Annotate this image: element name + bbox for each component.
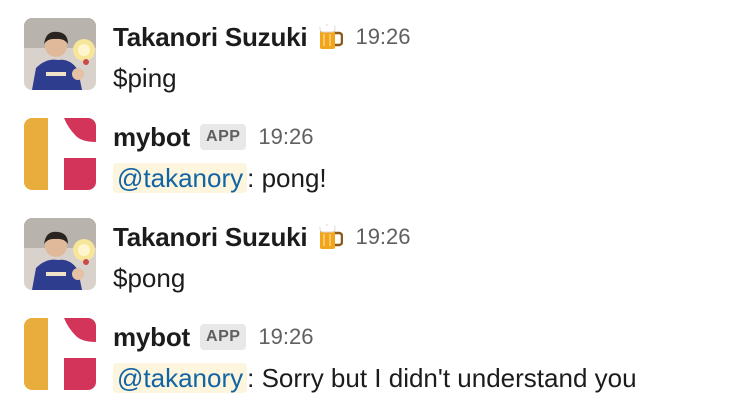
author-name[interactable]: Takanori Suzuki [113,22,308,53]
user-avatar[interactable] [24,18,96,90]
user-photo-icon [24,18,96,90]
message-text: @takanory: Sorry but I didn't understand… [113,360,637,396]
bot-avatar[interactable] [24,118,96,190]
message-timestamp[interactable]: 19:26 [355,224,410,250]
message-content: : Sorry but I didn't understand you [247,363,637,393]
message: Takanori Suzuki 19:26 $pong [0,200,744,300]
message-text: $ping [113,63,177,93]
message-timestamp[interactable]: 19:26 [258,124,313,150]
message-timestamp[interactable]: 19:26 [355,24,410,50]
message-header: mybot APP 19:26 [113,118,313,156]
user-mention[interactable]: @takanory [113,363,248,393]
message-text: $pong [113,263,186,293]
app-badge: APP [200,124,247,150]
message-header: mybot APP 19:26 [113,318,313,356]
message-timestamp[interactable]: 19:26 [258,324,313,350]
bot-avatar[interactable] [24,318,96,390]
message: mybot APP 19:26 @takanory: Sorry but I d… [0,300,744,400]
message-header: Takanori Suzuki 19:26 [113,18,411,56]
bot-logo-icon [24,118,96,190]
message-header: Takanori Suzuki 19:26 [113,218,411,256]
author-name[interactable]: Takanori Suzuki [113,222,308,253]
bot-logo-icon [24,318,96,390]
beer-mug-icon[interactable] [317,222,344,252]
message-feed: Takanori Suzuki 19:26 $ping mybot APP 19… [0,0,744,412]
author-name[interactable]: mybot [113,122,190,153]
message-content: : pong! [247,163,327,193]
beer-mug-icon[interactable] [317,22,344,52]
user-avatar[interactable] [24,218,96,290]
author-name[interactable]: mybot [113,322,190,353]
user-photo-icon [24,218,96,290]
message: mybot APP 19:26 @takanory: pong! [0,100,744,200]
message-text: @takanory: pong! [113,160,327,196]
app-badge: APP [200,324,247,350]
user-mention[interactable]: @takanory [113,163,248,193]
message: Takanori Suzuki 19:26 $ping [0,0,744,100]
